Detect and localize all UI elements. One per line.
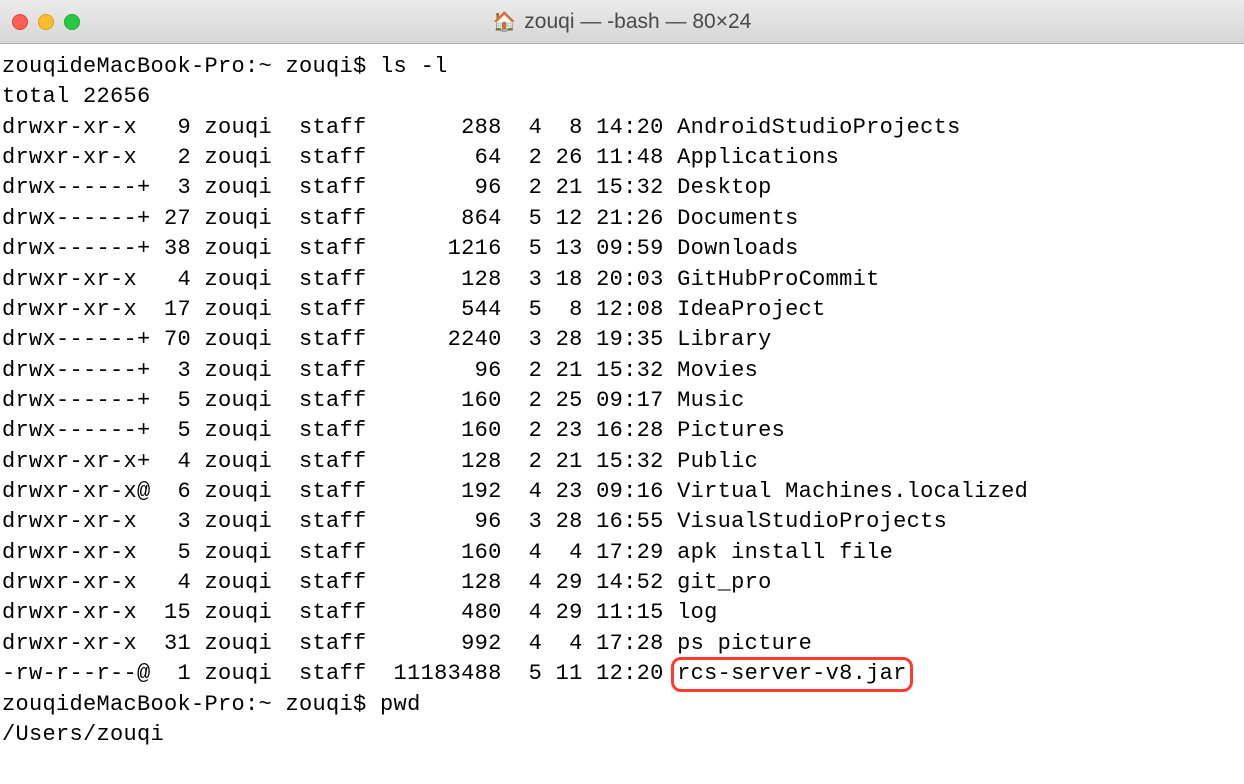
window-title-wrap: 🏠 zouqi — -bash — 80×24 bbox=[0, 10, 1244, 34]
highlight-annotation bbox=[671, 657, 913, 691]
terminal-line: drwx------+ 27 zouqi staff 864 5 12 21:2… bbox=[0, 204, 1244, 234]
terminal-output[interactable]: zouqideMacBook-Pro:~ zouqi$ ls -ltotal 2… bbox=[0, 44, 1244, 750]
window-title: zouqi — -bash — 80×24 bbox=[524, 10, 751, 34]
terminal-line: drwxr-xr-x 31 zouqi staff 992 4 4 17:28 … bbox=[0, 629, 1244, 659]
minimize-button[interactable] bbox=[38, 14, 54, 30]
highlighted-filename: rcs-server-v8.jar bbox=[677, 659, 907, 689]
terminal-line: drwxr-xr-x 4 zouqi staff 128 3 18 20:03 … bbox=[0, 265, 1244, 295]
terminal-line: drwxr-xr-x 2 zouqi staff 64 2 26 11:48 A… bbox=[0, 143, 1244, 173]
terminal-line: drwxr-xr-x 4 zouqi staff 128 4 29 14:52 … bbox=[0, 568, 1244, 598]
terminal-line: drwxr-xr-x 5 zouqi staff 160 4 4 17:29 a… bbox=[0, 538, 1244, 568]
terminal-line: drwxr-xr-x 15 zouqi staff 480 4 29 11:15… bbox=[0, 598, 1244, 628]
window-titlebar: 🏠 zouqi — -bash — 80×24 bbox=[0, 0, 1244, 44]
terminal-line: total 22656 bbox=[0, 82, 1244, 112]
terminal-line: drwxr-xr-x 9 zouqi staff 288 4 8 14:20 A… bbox=[0, 113, 1244, 143]
terminal-line: -rw-r--r--@ 1 zouqi staff 11183488 5 11 … bbox=[0, 659, 1244, 689]
traffic-lights bbox=[12, 14, 80, 30]
maximize-button[interactable] bbox=[64, 14, 80, 30]
terminal-line: drwx------+ 70 zouqi staff 2240 3 28 19:… bbox=[0, 325, 1244, 355]
terminal-line: drwx------+ 3 zouqi staff 96 2 21 15:32 … bbox=[0, 356, 1244, 386]
terminal-line: drwxr-xr-x@ 6 zouqi staff 192 4 23 09:16… bbox=[0, 477, 1244, 507]
close-button[interactable] bbox=[12, 14, 28, 30]
terminal-line: drwx------+ 5 zouqi staff 160 2 23 16:28… bbox=[0, 416, 1244, 446]
terminal-line: drwxr-xr-x 3 zouqi staff 96 3 28 16:55 V… bbox=[0, 507, 1244, 537]
terminal-line: drwx------+ 38 zouqi staff 1216 5 13 09:… bbox=[0, 234, 1244, 264]
terminal-line: drwx------+ 3 zouqi staff 96 2 21 15:32 … bbox=[0, 173, 1244, 203]
terminal-line: drwxr-xr-x 17 zouqi staff 544 5 8 12:08 … bbox=[0, 295, 1244, 325]
terminal-line: /Users/zouqi bbox=[0, 720, 1244, 750]
terminal-line: drwxr-xr-x+ 4 zouqi staff 128 2 21 15:32… bbox=[0, 447, 1244, 477]
terminal-line: zouqideMacBook-Pro:~ zouqi$ ls -l bbox=[0, 52, 1244, 82]
terminal-line: zouqideMacBook-Pro:~ zouqi$ pwd bbox=[0, 690, 1244, 720]
home-icon: 🏠 bbox=[493, 10, 517, 34]
terminal-line: drwx------+ 5 zouqi staff 160 2 25 09:17… bbox=[0, 386, 1244, 416]
